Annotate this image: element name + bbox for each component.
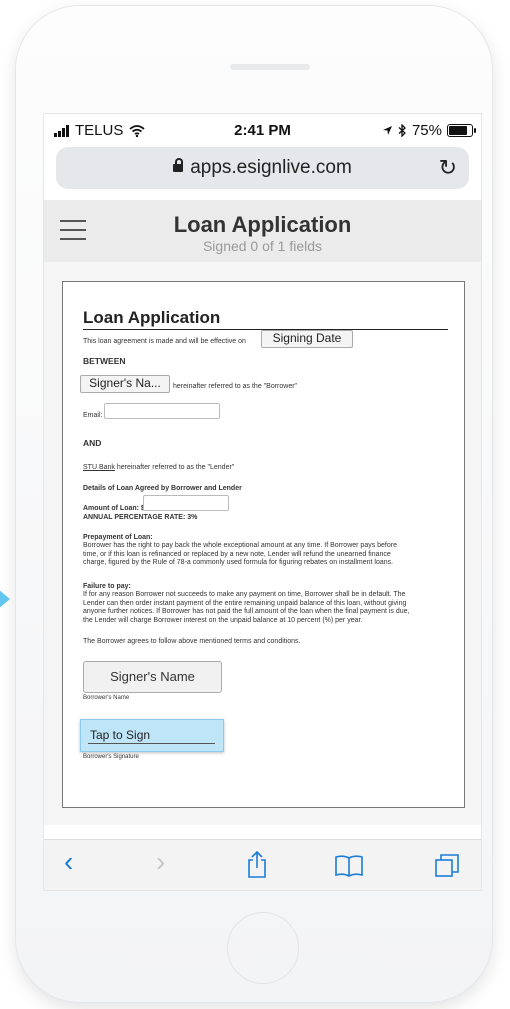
next-field-pointer-icon[interactable] bbox=[0, 589, 10, 609]
signing-date-field[interactable]: Signing Date bbox=[261, 330, 353, 348]
status-bar: TELUS 2:41 PM 75% bbox=[44, 114, 481, 148]
location-arrow-icon bbox=[382, 126, 392, 135]
signer-name-short-field[interactable]: Signer's Na... bbox=[80, 375, 170, 393]
browser-toolbar: ‹ › bbox=[44, 839, 481, 890]
loan-amount-field[interactable] bbox=[143, 495, 229, 511]
between-heading: BETWEEN bbox=[83, 356, 126, 366]
screen: TELUS 2:41 PM 75% apps.esignlive.com ↻ L… bbox=[43, 113, 482, 891]
details-heading: Details of Loan Agreed by Borrower and L… bbox=[83, 485, 242, 492]
email-field[interactable] bbox=[104, 403, 220, 419]
signer-name-field[interactable]: Signer's Name bbox=[83, 661, 222, 693]
reload-icon[interactable]: ↻ bbox=[439, 155, 457, 181]
intro-text: This loan agreement is made and will be … bbox=[83, 338, 246, 345]
url-display[interactable]: apps.esignlive.com bbox=[56, 157, 469, 179]
email-label: Email: bbox=[83, 412, 103, 419]
bookmarks-icon[interactable] bbox=[334, 855, 364, 877]
battery-percent: 75% bbox=[411, 122, 442, 139]
and-heading: AND bbox=[83, 438, 102, 448]
forward-chevron-icon[interactable]: › bbox=[156, 846, 165, 878]
app-title: Loan Application bbox=[173, 212, 352, 237]
app-header: Loan Application Signed 0 of 1 fields bbox=[44, 200, 481, 262]
lender-ref-text: hereinafter referred to as the "Lender" bbox=[116, 464, 235, 471]
bluetooth-icon bbox=[398, 124, 406, 137]
tap-to-sign-label: Tap to Sign bbox=[90, 728, 151, 742]
signing-progress: Signed 0 of 1 fields bbox=[202, 238, 323, 254]
lender-name: STU Bank bbox=[83, 464, 115, 471]
borrower-name-label: Borrower's Name bbox=[83, 695, 130, 701]
borrower-ref-text: hereinafter referred to as the "Borrower… bbox=[173, 383, 298, 390]
battery-icon bbox=[447, 124, 476, 137]
lock-icon bbox=[173, 158, 184, 172]
speaker-grille bbox=[230, 64, 310, 70]
amount-label: Amount of Loan: $ bbox=[83, 505, 145, 512]
back-chevron-icon[interactable]: ‹ bbox=[64, 846, 73, 878]
borrower-signature-label: Borrower's Signature bbox=[83, 754, 139, 760]
prepayment-text: Borrower has the right to pay back the w… bbox=[83, 542, 397, 566]
document-viewer[interactable]: Loan Application This loan agreement is … bbox=[44, 262, 481, 825]
tap-to-sign-button[interactable]: Tap to Sign bbox=[80, 719, 224, 752]
failure-text: If for any reason Borrower not succeeds … bbox=[83, 591, 410, 624]
home-button[interactable] bbox=[227, 912, 299, 984]
document-page: Loan Application This loan agreement is … bbox=[62, 281, 465, 808]
apr-text: ANNUAL PERCENTAGE RATE: 3% bbox=[83, 514, 198, 521]
tabs-icon[interactable] bbox=[434, 853, 460, 879]
url-text: apps.esignlive.com bbox=[190, 157, 352, 178]
document-title: Loan Application bbox=[83, 308, 221, 327]
share-icon[interactable] bbox=[246, 851, 268, 879]
agree-text: The Borrower agrees to follow above ment… bbox=[83, 638, 301, 645]
address-bar[interactable]: apps.esignlive.com ↻ bbox=[56, 147, 469, 189]
signature-line bbox=[88, 743, 215, 744]
